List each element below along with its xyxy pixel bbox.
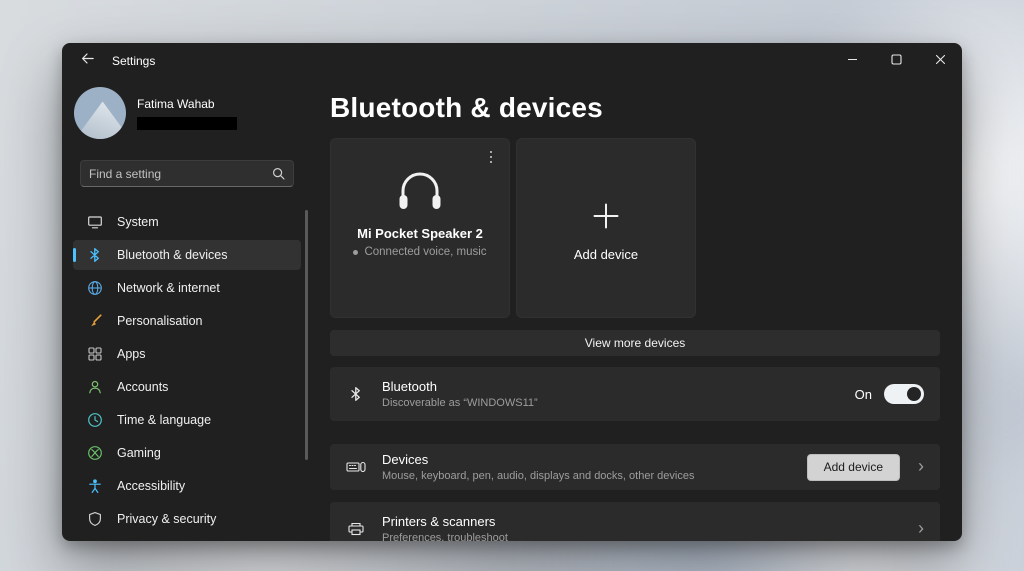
sidebar-item-label: System — [117, 215, 159, 229]
sidebar-item-privacy-security[interactable]: Privacy & security — [73, 504, 301, 534]
status-dot-icon — [353, 249, 359, 255]
printers-scanners-row[interactable]: Printers & scanners Preferences, trouble… — [330, 502, 940, 541]
devices-row-title: Devices — [382, 452, 429, 467]
sidebar-item-label: Accounts — [117, 380, 169, 394]
device-name: Mi Pocket Speaker 2 — [357, 226, 483, 241]
main-content: Bluetooth & devices Mi Pocket Speaker 2 … — [330, 79, 940, 541]
devices-row[interactable]: Devices Mouse, keyboard, pen, audio, dis… — [330, 444, 940, 490]
sidebar-item-bluetooth-devices[interactable]: Bluetooth & devices — [73, 240, 301, 270]
sidebar: Fatima Wahab System — [62, 79, 312, 541]
chevron-right-icon: › — [918, 518, 924, 538]
headphones-icon — [394, 169, 446, 213]
sidebar-item-network-internet[interactable]: Network & internet — [73, 273, 301, 303]
sidebar-item-accessibility[interactable]: Accessibility — [73, 471, 301, 501]
add-device-card-label: Add device — [573, 247, 639, 262]
search-input[interactable] — [81, 166, 272, 181]
printer-icon — [346, 521, 366, 537]
device-cards: Mi Pocket Speaker 2 Connected voice, mus… — [330, 138, 940, 318]
sidebar-item-system[interactable]: System — [73, 207, 301, 237]
gaming-icon — [86, 445, 103, 462]
shield-icon — [86, 511, 103, 528]
avatar — [74, 87, 126, 139]
user-profile[interactable]: Fatima Wahab — [74, 87, 237, 139]
bluetooth-toggle[interactable] — [884, 384, 924, 404]
time-language-icon — [86, 412, 103, 429]
devices-row-text: Devices Mouse, keyboard, pen, audio, dis… — [382, 452, 694, 482]
sidebar-item-time-language[interactable]: Time & language — [73, 405, 301, 435]
sidebar-item-label: Network & internet — [117, 281, 220, 295]
view-more-devices-label: View more devices — [584, 336, 686, 350]
sidebar-item-label: Time & language — [117, 413, 212, 427]
sidebar-item-personalisation[interactable]: Personalisation — [73, 306, 301, 336]
back-button[interactable] — [70, 48, 104, 74]
sidebar-item-label: Accessibility — [117, 479, 186, 493]
printers-row-title: Printers & scanners — [382, 514, 496, 529]
bluetooth-row-text: Bluetooth Discoverable as “WINDOWS11” — [382, 379, 538, 409]
plus-icon — [591, 201, 621, 231]
settings-window: Settings Fatima Wahab Find a setting Sys… — [62, 43, 962, 541]
device-status: Connected voice, music — [353, 246, 487, 258]
desktop: Settings Fatima Wahab Find a setting Sys… — [0, 0, 1024, 571]
sidebar-item-label: Gaming — [117, 446, 161, 460]
sidebar-item-apps[interactable]: Apps — [73, 339, 301, 369]
printers-row-subtitle: Preferences, troubleshoot — [382, 532, 508, 541]
sidebar-scrollbar[interactable] — [305, 210, 308, 460]
accessibility-icon — [86, 478, 103, 495]
printers-row-text: Printers & scanners Preferences, trouble… — [382, 514, 508, 541]
close-icon — [935, 52, 946, 70]
bluetooth-row-subtitle: Discoverable as “WINDOWS11” — [382, 397, 538, 409]
close-button[interactable] — [918, 43, 962, 79]
sidebar-item-accounts[interactable]: Accounts — [73, 372, 301, 402]
bluetooth-row: Bluetooth Discoverable as “WINDOWS11” On — [330, 367, 940, 421]
sidebar-item-label: Privacy & security — [117, 512, 217, 526]
back-arrow-icon — [80, 51, 95, 71]
search-icon[interactable] — [272, 167, 285, 180]
toggle-state-label: On — [854, 386, 872, 402]
profile-text: Fatima Wahab — [137, 97, 237, 130]
more-options-icon — [489, 150, 493, 154]
page-title: Bluetooth & devices — [330, 92, 603, 123]
bluetooth-row-title: Bluetooth — [382, 379, 437, 394]
redacted-email — [137, 116, 237, 130]
add-device-card[interactable]: Add device — [516, 138, 696, 318]
maximize-icon — [890, 52, 902, 70]
sidebar-nav: System Bluetooth & devices Network & int… — [73, 207, 301, 537]
sidebar-item-gaming[interactable]: Gaming — [73, 438, 301, 468]
devices-row-subtitle: Mouse, keyboard, pen, audio, displays an… — [382, 470, 695, 482]
sidebar-item-label: Personalisation — [117, 314, 203, 328]
chevron-right-icon: › — [918, 456, 924, 476]
maximize-button[interactable] — [874, 43, 918, 79]
add-device-button[interactable]: Add device — [806, 453, 900, 481]
network-icon — [86, 280, 103, 297]
accounts-icon — [86, 379, 103, 396]
device-card: Mi Pocket Speaker 2 Connected voice, mus… — [330, 138, 510, 318]
more-options-button[interactable] — [482, 147, 500, 167]
apps-icon — [86, 346, 103, 363]
bluetooth-icon — [346, 386, 366, 402]
bluetooth-icon — [86, 247, 103, 264]
system-icon — [86, 214, 103, 231]
title-bar: Settings — [62, 43, 962, 79]
view-more-devices-button[interactable]: View more devices — [330, 330, 940, 356]
window-controls — [830, 43, 962, 79]
sidebar-item-label: Apps — [117, 347, 146, 361]
devices-icon — [346, 459, 366, 475]
user-name: Fatima Wahab — [137, 96, 215, 111]
sidebar-item-label: Bluetooth & devices — [117, 248, 228, 262]
personalisation-icon — [86, 313, 103, 330]
minimize-button[interactable] — [830, 43, 874, 79]
toggle-knob — [907, 387, 921, 401]
window-title: Settings — [112, 54, 156, 68]
minimize-icon — [847, 52, 858, 70]
device-status-text: Connected voice, music — [364, 246, 487, 258]
search-box — [80, 160, 294, 187]
